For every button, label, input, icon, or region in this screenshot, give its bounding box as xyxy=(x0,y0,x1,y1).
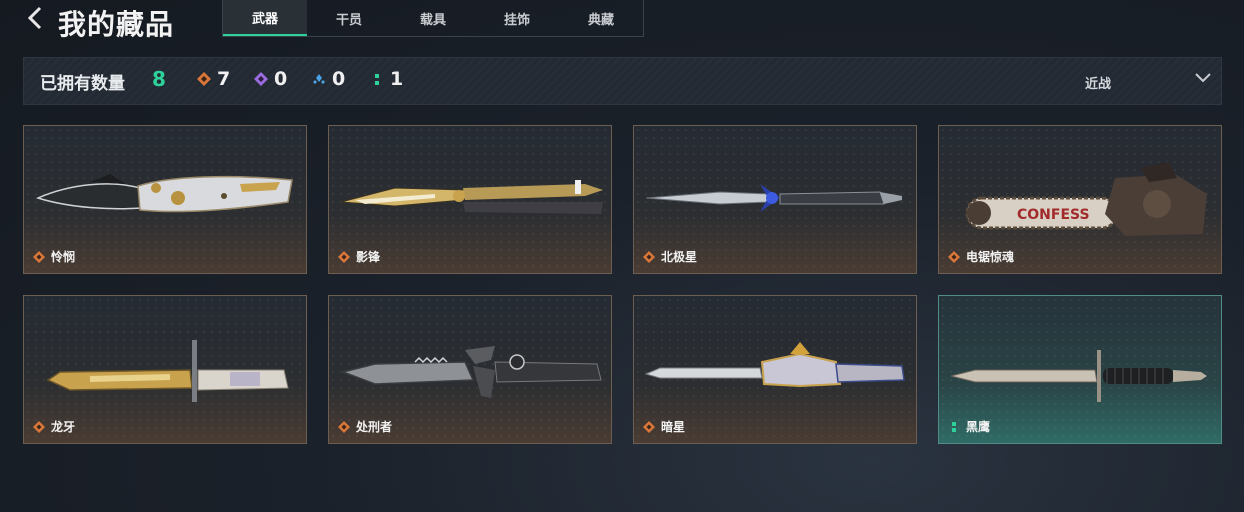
orange-rarity-icon xyxy=(338,251,350,263)
tab-vehicles[interactable]: 载具 xyxy=(391,0,475,36)
item-card-chainsaw[interactable]: CONFESS 电锯惊魂 xyxy=(938,125,1222,274)
shadow-edge-knife-image xyxy=(340,180,603,214)
item-card-black-hawk[interactable]: 黑鹰 xyxy=(938,295,1222,444)
top-bar: 我的藏品 武器 干员 载具 挂饰 典藏 xyxy=(0,0,1244,41)
item-card-polaris[interactable]: 北极星 xyxy=(633,125,917,274)
tab-weapons[interactable]: 武器 xyxy=(223,0,307,36)
green-rarity-icon xyxy=(952,422,956,432)
owned-count: 8 xyxy=(152,67,166,91)
stats-bar: 已拥有数量 8 7 0 0 1 近战 xyxy=(23,57,1222,105)
stat-orange: 7 xyxy=(197,68,230,90)
stat-purple: 0 xyxy=(254,68,287,90)
chevron-left-icon[interactable] xyxy=(26,6,46,30)
item-name: 处刑者 xyxy=(356,420,393,434)
chainsaw-image: CONFESS xyxy=(965,162,1207,236)
item-name: 北极星 xyxy=(661,250,698,264)
stat-blue: 0 xyxy=(312,68,345,90)
orange-diamond-icon xyxy=(197,72,211,86)
item-card-dark-star[interactable]: 暗星 xyxy=(633,295,917,444)
tab-charms[interactable]: 挂饰 xyxy=(475,0,559,36)
owned-label: 已拥有数量 xyxy=(40,74,125,94)
dragon-fang-knife-image xyxy=(46,340,289,402)
page-title: 我的藏品 xyxy=(58,8,175,41)
item-name: 电锯惊魂 xyxy=(966,250,1015,264)
chainsaw-graffiti-text: CONFESS xyxy=(1017,207,1090,223)
dark-star-knife-image xyxy=(644,342,905,388)
orange-rarity-icon xyxy=(33,251,45,263)
category-tabs: 武器 干员 载具 挂饰 典藏 xyxy=(222,0,644,37)
blue-diamond-icon xyxy=(313,74,325,84)
orange-rarity-icon xyxy=(33,421,45,433)
item-card-shadow-edge[interactable]: 影锋 xyxy=(328,125,612,274)
tab-collection[interactable]: 典藏 xyxy=(559,0,643,36)
black-hawk-knife-image xyxy=(950,350,1207,402)
item-card-executioner[interactable]: 处刑者 xyxy=(328,295,612,444)
item-name: 龙牙 xyxy=(51,420,76,434)
purple-diamond-icon xyxy=(254,72,268,86)
orange-rarity-icon xyxy=(948,251,960,263)
chevron-down-icon xyxy=(1195,73,1211,83)
item-card-mercy[interactable]: 怜悯 xyxy=(23,125,307,274)
stat-orange-value: 7 xyxy=(217,68,231,90)
polaris-knife-image xyxy=(645,184,902,212)
tab-operators[interactable]: 干员 xyxy=(307,0,391,36)
orange-rarity-icon xyxy=(643,421,655,433)
item-name: 影锋 xyxy=(356,250,381,264)
stat-green-value: 1 xyxy=(390,68,404,90)
stat-purple-value: 0 xyxy=(274,68,288,90)
item-card-dragon-fang[interactable]: 龙牙 xyxy=(23,295,307,444)
orange-rarity-icon xyxy=(338,421,350,433)
stat-green: 1 xyxy=(370,68,403,90)
green-dots-icon xyxy=(375,74,379,85)
melee-filter-dropdown[interactable]: 近战 xyxy=(1071,58,1221,104)
mercy-knife-image xyxy=(35,174,293,213)
stat-blue-value: 0 xyxy=(332,68,346,90)
item-name: 暗星 xyxy=(661,420,686,434)
item-name: 黑鹰 xyxy=(966,420,991,434)
item-name: 怜悯 xyxy=(51,250,76,264)
executioner-knife-image xyxy=(340,346,602,398)
filter-label: 近战 xyxy=(1085,77,1112,92)
orange-rarity-icon xyxy=(643,251,655,263)
